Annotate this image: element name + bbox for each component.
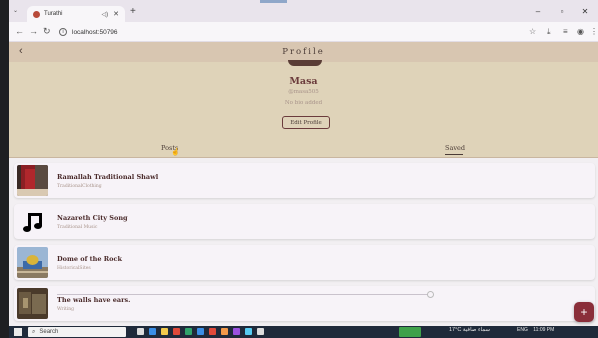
lang-indicator: ENG xyxy=(517,327,528,333)
audio-progress-slider[interactable] xyxy=(57,294,431,295)
file-explorer-icon[interactable] xyxy=(161,328,168,335)
app-header: ‹ Profile xyxy=(9,42,598,62)
tab-title: Turathi xyxy=(44,11,63,17)
windows-start-icon[interactable] xyxy=(14,328,22,336)
edge-icon[interactable] xyxy=(149,328,156,335)
app-view: ‹ Profile Masa @masa505 No bio added Edi… xyxy=(9,42,598,326)
app-icon[interactable] xyxy=(185,328,192,335)
close-window-icon[interactable]: ✕ xyxy=(576,4,594,18)
tab-bar: ⌄ Turathi ◁) ✕ + – ▫ ✕ xyxy=(9,0,598,22)
profile-icon[interactable]: ◉ xyxy=(577,27,584,36)
app-icon[interactable] xyxy=(233,328,240,335)
bookmark-star-icon[interactable]: ☆ xyxy=(529,27,536,36)
list-item[interactable]: Dome of the Rock HistoricalSites xyxy=(14,245,595,280)
app-icon[interactable] xyxy=(221,328,228,335)
download-icon[interactable]: ⤓ xyxy=(547,27,551,37)
item-category: HistoricalSites xyxy=(57,266,91,271)
app-icon[interactable] xyxy=(197,328,204,335)
tab-list-icon[interactable]: ⌄ xyxy=(13,7,18,14)
item-title: The walls have ears. xyxy=(57,296,131,304)
task-view-icon[interactable] xyxy=(137,328,144,335)
address-bar: ← → ↻ i localhost:50796 ☆ ⤓ ≡ ◉ ⋮ xyxy=(9,22,598,42)
saved-list: Ramallah Traditional Shawl TraditionalCl… xyxy=(9,158,598,326)
weather-widget[interactable]: 17°C سماء صافية xyxy=(449,327,490,333)
item-category: Traditional Music xyxy=(57,225,98,230)
close-tab-icon[interactable]: ✕ xyxy=(113,10,119,18)
browser-tab[interactable]: Turathi ◁) ✕ xyxy=(27,6,125,22)
new-tab-icon[interactable]: + xyxy=(130,6,136,17)
favicon-icon xyxy=(33,10,40,18)
item-thumbnail xyxy=(17,247,48,278)
clock: 11:09 PM xyxy=(533,327,555,333)
chrome-icon[interactable] xyxy=(209,328,216,335)
minimize-icon[interactable]: – xyxy=(529,4,547,18)
extensions-icon[interactable]: ≡ xyxy=(563,27,568,36)
list-item[interactable]: Ramallah Traditional Shawl TraditionalCl… xyxy=(14,163,595,198)
site-info-icon[interactable]: i xyxy=(59,28,67,36)
item-thumbnail xyxy=(17,288,48,319)
store-icon[interactable] xyxy=(173,328,180,335)
list-item[interactable]: Nazareth City Song Traditional Music xyxy=(14,204,595,239)
status-badge[interactable] xyxy=(399,327,421,337)
active-tab-indicator xyxy=(445,154,463,155)
edit-profile-button[interactable]: Edit Profile xyxy=(282,116,330,129)
vscode-icon[interactable] xyxy=(245,328,252,335)
profile-tabs: Posts Saved xyxy=(9,140,598,156)
search-icon: ⌕ xyxy=(32,328,36,335)
hand-cursor-icon: ☝ xyxy=(171,149,180,156)
forward-nav-icon[interactable]: → xyxy=(29,26,38,36)
tab-saved[interactable]: Saved xyxy=(445,144,465,152)
taskbar: ⌕ Search 17°C سماء صافية ENG 11:09 PM xyxy=(9,326,598,338)
profile-bio: No bio added xyxy=(284,100,323,106)
item-category: Writing xyxy=(57,307,75,312)
back-nav-icon[interactable]: ← xyxy=(15,26,24,36)
item-title: Ramallah Traditional Shawl xyxy=(57,173,159,181)
taskbar-apps xyxy=(137,328,264,335)
url-field[interactable]: i localhost:50796 xyxy=(59,25,539,39)
search-placeholder: Search xyxy=(39,329,59,335)
maximize-icon[interactable]: ▫ xyxy=(553,4,571,18)
reload-icon[interactable]: ↻ xyxy=(43,26,51,37)
audio-icon[interactable]: ◁) xyxy=(102,11,109,18)
item-category: TraditionalClothing xyxy=(57,184,102,189)
profile-handle: @masa505 xyxy=(288,89,319,95)
list-item[interactable]: The walls have ears. Writing xyxy=(14,286,595,321)
item-title: Nazareth City Song xyxy=(57,214,128,222)
browser-window: ⌄ Turathi ◁) ✕ + – ▫ ✕ ← → ↻ i localhost… xyxy=(9,0,598,338)
page-title: Profile xyxy=(282,47,325,57)
item-thumbnail xyxy=(17,165,48,196)
app-icon[interactable] xyxy=(257,328,264,335)
profile-name: Masa xyxy=(289,76,318,87)
add-button[interactable]: + xyxy=(574,302,594,322)
music-note-icon xyxy=(17,206,48,237)
menu-icon[interactable]: ⋮ xyxy=(590,27,598,36)
item-title: Dome of the Rock xyxy=(57,255,122,263)
avatar[interactable] xyxy=(288,60,322,66)
url-text: localhost:50796 xyxy=(72,28,118,36)
taskbar-search[interactable]: ⌕ Search xyxy=(28,327,126,337)
system-tray[interactable]: ENG 11:09 PM xyxy=(517,327,554,333)
slider-handle[interactable] xyxy=(427,291,434,298)
window-drag-indicator xyxy=(260,0,287,3)
